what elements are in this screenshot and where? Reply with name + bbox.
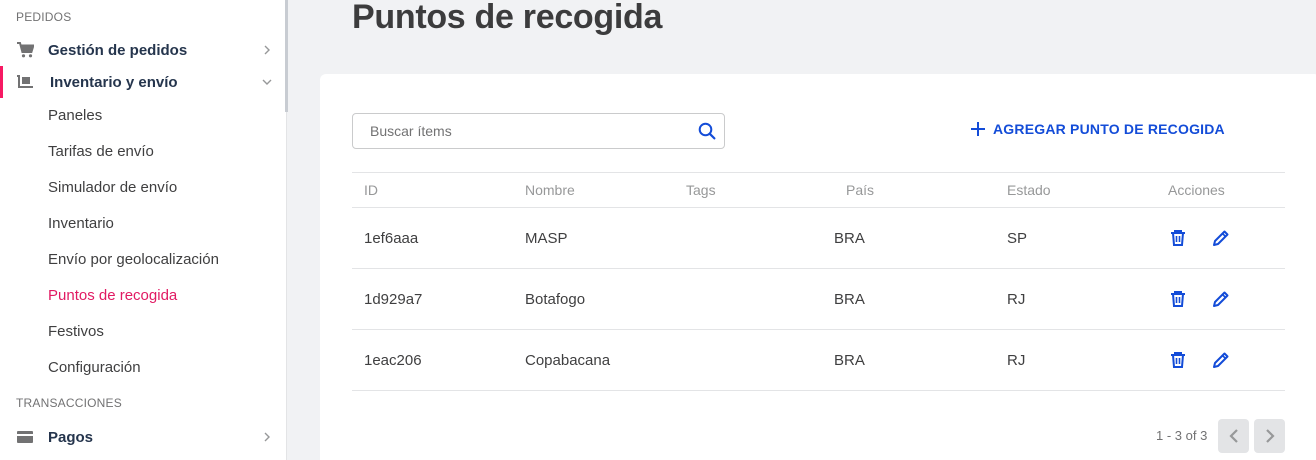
table-row[interactable]: 1eac206 Copabacana BRA RJ <box>352 330 1285 391</box>
trash-icon[interactable] <box>1168 228 1188 248</box>
search-box <box>352 113 725 149</box>
column-header-country[interactable]: País <box>846 182 874 198</box>
cell-name: Copabacana <box>525 352 611 369</box>
section-title-orders: PEDIDOS <box>16 10 72 24</box>
sidebar-item-panels[interactable]: Paneles <box>48 107 102 124</box>
sidebar-item-holidays[interactable]: Festivos <box>48 323 104 340</box>
column-header-name[interactable]: Nombre <box>525 182 575 198</box>
pencil-icon[interactable] <box>1211 350 1231 370</box>
sidebar-group-payments[interactable]: Pagos <box>0 421 286 453</box>
next-page-button[interactable] <box>1254 419 1285 453</box>
add-pickup-point-label: AGREGAR PUNTO DE RECOGIDA <box>993 121 1225 137</box>
search-icon[interactable] <box>698 122 716 140</box>
forklift-icon <box>17 75 33 88</box>
sidebar-group-label: Inventario y envío <box>50 73 178 91</box>
cart-icon <box>17 42 34 58</box>
add-pickup-point-button[interactable]: AGREGAR PUNTO DE RECOGIDA <box>970 118 1225 140</box>
cell-name: MASP <box>525 230 568 247</box>
search-input[interactable] <box>353 114 683 148</box>
sidebar-group-label: Pagos <box>48 428 94 446</box>
cell-country: BRA <box>834 230 865 247</box>
chevron-left-icon <box>1228 429 1238 443</box>
pencil-icon[interactable] <box>1211 289 1231 309</box>
sidebar: PEDIDOS Gestión de pedidos Inventario y … <box>0 0 286 460</box>
sidebar-group-order-management[interactable]: Gestión de pedidos <box>0 34 286 66</box>
pickup-points-table: ID Nombre Tags País Estado Acciones 1ef6… <box>352 172 1285 391</box>
pagination-text: 1 - 3 of 3 <box>1156 428 1208 443</box>
table-header: ID Nombre Tags País Estado Acciones <box>352 172 1285 208</box>
cell-state: RJ <box>1007 352 1026 369</box>
cell-country: BRA <box>834 352 865 369</box>
column-header-state[interactable]: Estado <box>1007 182 1051 198</box>
sidebar-item-shipping-simulator[interactable]: Simulador de envío <box>48 179 177 196</box>
sidebar-scrollbar[interactable] <box>285 0 288 112</box>
active-indicator <box>0 66 3 98</box>
cell-state: SP <box>1007 230 1028 247</box>
chevron-right-icon <box>264 432 270 442</box>
sidebar-item-shipping-rates[interactable]: Tarifas de envío <box>48 143 154 160</box>
cell-state: RJ <box>1007 291 1026 308</box>
chevron-right-icon <box>264 45 270 55</box>
cell-id: 1ef6aaa <box>364 230 419 247</box>
previous-page-button[interactable] <box>1218 419 1249 453</box>
column-header-id[interactable]: ID <box>364 182 378 198</box>
cell-id: 1d929a7 <box>364 291 423 308</box>
column-header-actions: Acciones <box>1168 182 1225 198</box>
sidebar-item-geolocation-shipping[interactable]: Envío por geolocalización <box>48 251 219 268</box>
sidebar-item-inventory[interactable]: Inventario <box>48 215 114 232</box>
table-row[interactable]: 1d929a7 Botafogo BRA RJ <box>352 269 1285 330</box>
sidebar-item-settings[interactable]: Configuración <box>48 359 141 376</box>
sidebar-group-label: Gestión de pedidos <box>48 41 188 59</box>
section-title-transactions: TRANSACCIONES <box>16 396 122 410</box>
chevron-right-icon <box>1265 429 1275 443</box>
sidebar-item-pickup-points[interactable]: Puntos de recogida <box>48 287 177 304</box>
plus-icon <box>971 122 985 136</box>
chevron-down-icon <box>262 79 272 85</box>
cell-country: BRA <box>834 291 865 308</box>
cell-id: 1eac206 <box>364 352 422 369</box>
trash-icon[interactable] <box>1168 289 1188 309</box>
trash-icon[interactable] <box>1168 350 1188 370</box>
page-title: Puntos de recogida <box>352 0 663 36</box>
column-header-tags[interactable]: Tags <box>686 182 716 198</box>
sidebar-group-inventory-shipping[interactable]: Inventario y envío <box>0 66 286 98</box>
pencil-icon[interactable] <box>1211 228 1231 248</box>
cell-name: Botafogo <box>525 291 586 308</box>
credit-card-icon <box>17 431 33 443</box>
table-row[interactable]: 1ef6aaa MASP BRA SP <box>352 208 1285 269</box>
